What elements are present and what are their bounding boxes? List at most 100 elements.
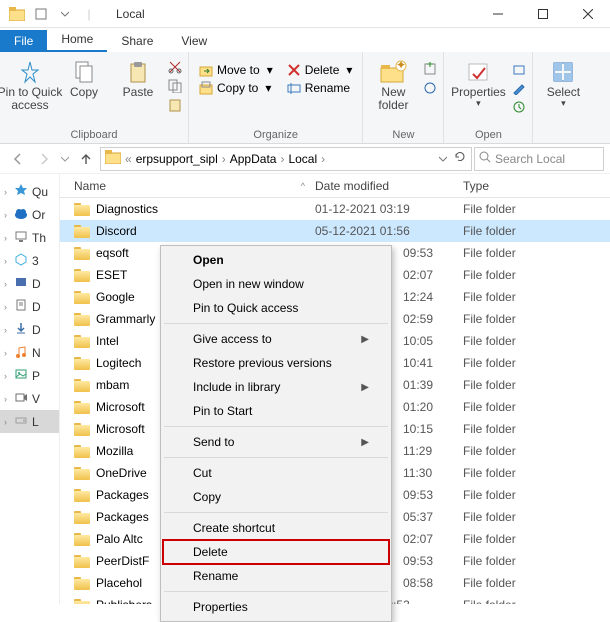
sidebar-item[interactable]: ›3	[0, 249, 59, 272]
file-row[interactable]: Diagnostics01-12-2021 03:19File folder	[60, 198, 610, 220]
ctx-open[interactable]: Open	[163, 248, 389, 272]
select-button[interactable]: Select▾	[539, 56, 587, 113]
folder-icon	[74, 269, 90, 282]
folder-icon	[74, 401, 90, 414]
col-type[interactable]: Type	[463, 179, 610, 193]
ctx-cut[interactable]: Cut	[163, 461, 389, 485]
folder-icon	[8, 5, 26, 23]
edit-icon[interactable]	[512, 81, 526, 98]
address-dropdown-icon[interactable]	[439, 152, 447, 166]
pin-quick-access-button[interactable]: Pin to Quick access	[6, 56, 54, 116]
ctx-rename[interactable]: Rename	[163, 564, 389, 588]
copy-button[interactable]: Copy	[60, 56, 108, 103]
file-type: File folder	[463, 510, 610, 524]
file-type: File folder	[463, 224, 610, 238]
new-item-icon[interactable]	[423, 62, 437, 79]
copy-path-icon[interactable]	[168, 79, 182, 96]
sidebar-item[interactable]: ›V	[0, 387, 59, 410]
file-type: File folder	[463, 290, 610, 304]
minimize-button[interactable]	[475, 0, 520, 28]
maximize-button[interactable]	[520, 0, 565, 28]
folder-icon	[74, 357, 90, 370]
up-button[interactable]	[74, 147, 98, 171]
breadcrumb-seg-1[interactable]: erpsupport_sipl	[136, 152, 218, 166]
ctx-create-shortcut[interactable]: Create shortcut	[163, 516, 389, 540]
app-menu-icon[interactable]	[32, 5, 50, 23]
tab-home[interactable]: Home	[47, 28, 107, 52]
ctx-pin-quick-access[interactable]: Pin to Quick access	[163, 296, 389, 320]
history-icon[interactable]	[512, 100, 526, 117]
ctx-include-library[interactable]: Include in library▶	[163, 375, 389, 399]
file-type: File folder	[463, 356, 610, 370]
cut-icon[interactable]	[168, 60, 182, 77]
file-type: File folder	[463, 378, 610, 392]
sidebar-item[interactable]: ›Or	[0, 203, 59, 226]
file-type: File folder	[463, 312, 610, 326]
ctx-copy[interactable]: Copy	[163, 485, 389, 509]
address-bar: « erpsupport_sipl › AppData › Local › Se…	[0, 144, 610, 174]
address-box[interactable]: « erpsupport_sipl › AppData › Local ›	[100, 147, 472, 171]
qat-dropdown-icon[interactable]	[56, 5, 74, 23]
file-type: File folder	[463, 400, 610, 414]
ctx-properties[interactable]: Properties	[163, 595, 389, 619]
ctx-open-new-window[interactable]: Open in new window	[163, 272, 389, 296]
refresh-icon[interactable]	[453, 150, 467, 167]
open-icon[interactable]	[512, 62, 526, 79]
file-name: Intel	[96, 334, 119, 348]
ctx-give-access-to[interactable]: Give access to▶	[163, 327, 389, 351]
file-name: Discord	[96, 224, 137, 238]
ribbon: Pin to Quick access Copy Paste Clipboard…	[0, 52, 610, 144]
drive-icon	[14, 413, 28, 430]
down-icon	[14, 321, 28, 338]
sidebar-item[interactable]: ›D	[0, 295, 59, 318]
search-box[interactable]: Search Local	[474, 147, 604, 171]
ctx-send-to[interactable]: Send to▶	[163, 430, 389, 454]
ctx-pin-start[interactable]: Pin to Start	[163, 399, 389, 423]
copy-to-button[interactable]: Copy to▾	[195, 80, 277, 96]
properties-button[interactable]: Properties▾	[450, 56, 506, 113]
tab-share[interactable]: Share	[107, 30, 167, 52]
file-type: File folder	[463, 532, 610, 546]
sidebar-item[interactable]: ›Th	[0, 226, 59, 249]
delete-button[interactable]: Delete▾	[283, 62, 357, 78]
breadcrumb-seg-3[interactable]: Local	[288, 152, 317, 166]
folder-icon	[74, 335, 90, 348]
sidebar-item[interactable]: ›P	[0, 364, 59, 387]
svg-text:✦: ✦	[396, 60, 406, 72]
new-folder-button[interactable]: ✦New folder	[369, 56, 417, 116]
ctx-restore-versions[interactable]: Restore previous versions	[163, 351, 389, 375]
easy-access-icon[interactable]	[423, 81, 437, 98]
tab-file[interactable]: File	[0, 30, 47, 52]
back-button[interactable]	[6, 147, 30, 171]
sidebar-item[interactable]: ›Qu	[0, 180, 59, 203]
search-placeholder: Search Local	[495, 152, 565, 166]
tab-view[interactable]: View	[167, 30, 221, 52]
file-row[interactable]: Discord05-12-2021 01:56File folder	[60, 220, 610, 242]
file-date: 01-12-2021 03:19	[315, 202, 463, 216]
close-button[interactable]	[565, 0, 610, 28]
sidebar-item[interactable]: ›N	[0, 341, 59, 364]
folder-icon	[74, 225, 90, 238]
move-to-button[interactable]: Move to▾	[195, 62, 277, 78]
file-name: ESET	[96, 268, 127, 282]
column-headers[interactable]: Name^ Date modified Type	[60, 174, 610, 198]
paste-shortcut-icon[interactable]	[168, 98, 182, 115]
file-type: File folder	[463, 554, 610, 568]
forward-button[interactable]	[32, 147, 56, 171]
sidebar-item[interactable]: ›D	[0, 272, 59, 295]
recent-button[interactable]	[58, 147, 72, 171]
sidebar-item[interactable]: ›D	[0, 318, 59, 341]
file-name: Microsoft	[96, 400, 145, 414]
file-name: Microsoft	[96, 422, 145, 436]
ctx-delete[interactable]: Delete	[163, 540, 389, 564]
rename-button[interactable]: Rename	[283, 80, 357, 96]
folder-icon	[74, 555, 90, 568]
nav-pane[interactable]: ›Qu›Or›Th›3›D›D›D›N›P›V›L	[0, 174, 60, 604]
file-type: File folder	[463, 598, 610, 604]
pc-icon	[14, 229, 28, 246]
breadcrumb-seg-2[interactable]: AppData	[230, 152, 277, 166]
sidebar-item[interactable]: ›L	[0, 410, 59, 433]
col-date[interactable]: Date modified	[315, 179, 463, 193]
folder-icon	[74, 533, 90, 546]
paste-button[interactable]: Paste	[114, 56, 162, 103]
